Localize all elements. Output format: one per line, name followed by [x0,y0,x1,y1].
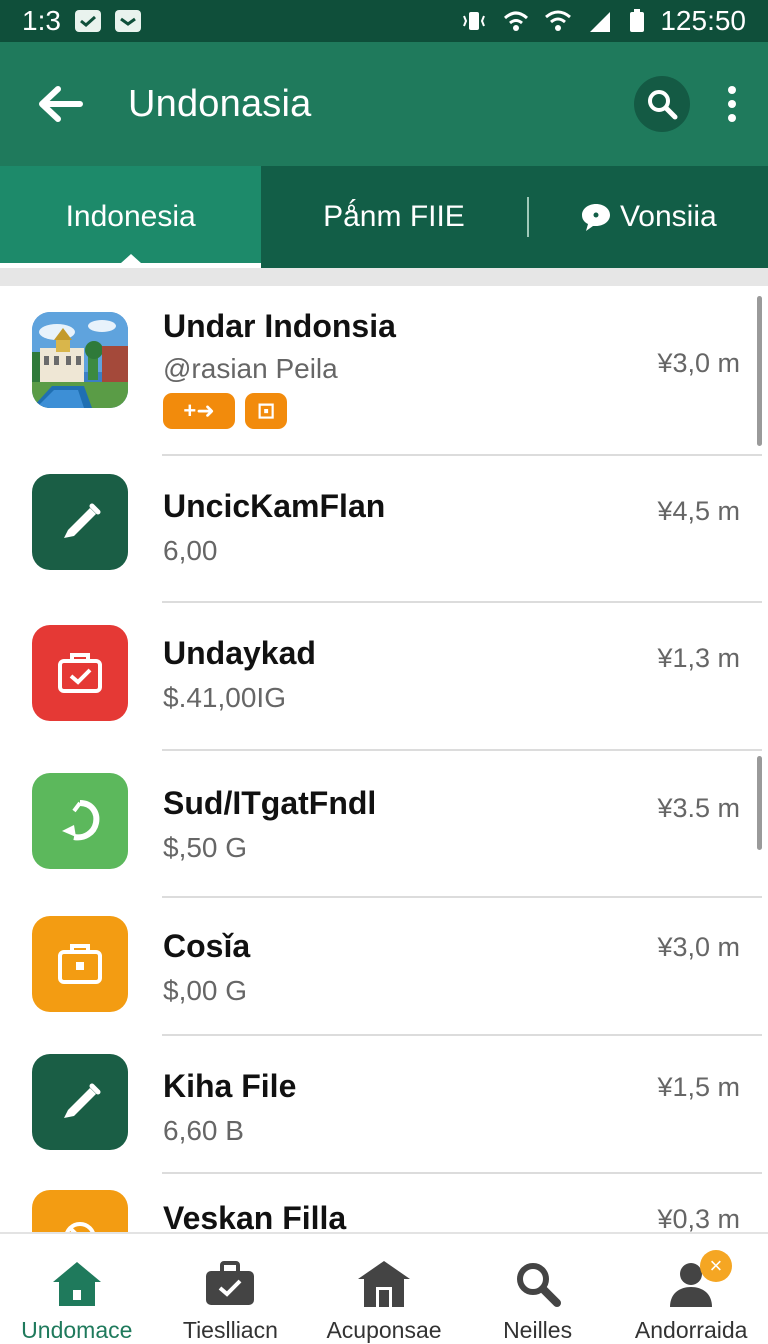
battery-icon [630,9,645,32]
list-item-subtitle: $,00 G [163,975,248,1006]
app-bar: Undonasia [0,42,768,166]
list-item-title: Veskan Filla [163,1200,347,1232]
list-item-size: ¥3,0 m [657,348,740,378]
tab-label: Pǻnm FIIE [323,200,465,233]
list-item[interactable]: Kiha File 6,60 B ¥1,5 m [0,1036,762,1174]
scrollbar-thumb-secondary[interactable] [757,756,762,850]
nav-label: Acuponsae [326,1317,442,1343]
briefcase-check-icon [202,1256,258,1311]
page-title: Undonasia [128,82,312,125]
more-options-button[interactable] [720,76,744,132]
search-icon [510,1256,566,1311]
nav-label: Neilles [503,1317,573,1343]
list-item-size: ¥0,3 m [657,1204,740,1232]
tab-bar: Indonesia Pǻnm FIIE Vonsiia [0,166,768,268]
list-item-subtitle: @rasian Peila [163,353,338,384]
nav-acuponsae[interactable]: Acuponsae [307,1234,461,1344]
list-item[interactable]: UncicKamFlan 6,00 ¥4,5 m [0,456,762,603]
badge-square[interactable]: ⊡ [245,393,287,429]
back-arrow-icon [39,86,83,122]
active-tab-caret [120,254,141,263]
briefcase-check-icon [32,625,128,721]
briefcase-icon [32,916,128,1012]
more-vert-icon [728,86,736,94]
chat-bubble-icon [581,204,610,231]
notification-check-icon-2 [114,10,141,32]
list-item[interactable]: Veskan Filla ¥0,3 m [0,1174,762,1232]
list-item-subtitle: 6,60 B [163,1115,244,1146]
list-item-text: Cosǐa $,00 G [163,928,250,1007]
tab-vonsiia[interactable]: Vonsiia [529,166,768,268]
nav-tieslliacn[interactable]: Tieslliacn [154,1234,308,1344]
building-photo-icon [32,312,128,408]
list-item-subtitle: $,50 G [163,832,248,863]
list-item-text: Veskan Filla [163,1200,346,1232]
tab-label: Vonsiia [619,200,717,233]
back-button[interactable] [32,76,88,132]
nav-label: Undomace [21,1317,133,1343]
refresh-leaf-icon [32,773,128,869]
tab-label: Indonesia [65,200,196,233]
notification-badge: × [699,1250,732,1282]
list-item[interactable]: Sud/ITgatFnd​l $,50 G ¥3.5 m [0,751,762,898]
status-time-right: 125:50 [660,5,746,36]
list-item-size: ¥3.5 m [657,793,740,823]
list-item-title: Cosǐa [163,928,251,964]
list-item-subtitle: 6,00 [163,535,218,566]
list-item-title: Undaуkad [163,635,316,671]
blocked-icon [32,1190,128,1232]
nav-label: Tieslliacn [182,1317,278,1343]
vibrate-icon [463,12,486,30]
nav-home[interactable]: Undomace [0,1234,154,1344]
pen-icon [32,1054,128,1150]
signal-icon [590,12,611,32]
file-list[interactable]: Undar Indonsia @rasian Peila +➜ ⊡ ¥3,0 m… [0,286,762,1232]
pen-icon [32,474,128,570]
list-item-size: ¥3,0 m [657,932,740,962]
nav-neilles[interactable]: Neilles [461,1234,615,1344]
list-item-title: Undar Indonsia [163,308,396,344]
search-icon [648,90,678,120]
list-item-subtitle: $.41,00IG [163,682,286,713]
badge-add-share[interactable]: +➜ [163,393,235,429]
list-item-title: Kiha File [163,1068,297,1104]
list-item-title: UncicKamFlan [163,488,386,524]
list-item-size: ¥1,5 m [657,1072,740,1102]
status-right: 125:50 [460,5,746,37]
list-item[interactable]: Cosǐa $,00 G ¥3,0 m [0,898,762,1036]
bottom-navigation: Undomace Tieslliacn Acuponsae Neilles × … [0,1232,768,1344]
nav-label: Andorraida [634,1317,748,1343]
nav-andorraida[interactable]: × Andorraida [614,1234,768,1344]
store-icon [356,1256,412,1311]
search-button[interactable] [634,76,690,132]
badge-group: +➜ ⊡ [163,393,396,429]
tab-file[interactable]: Pǻnm FIIE [261,166,526,268]
list-item[interactable]: Undar Indonsia @rasian Peila +➜ ⊡ ¥3,0 m [0,286,762,456]
list-item[interactable]: Undaуkad $.41,00IG ¥1,3 m [0,603,762,751]
list-item-text: Undaуkad $.41,00IG [163,635,316,714]
list-item-size: ¥4,5 m [657,496,740,526]
data-saver-icon [504,11,529,31]
scrollbar-thumb[interactable] [757,296,762,446]
wifi-icon [545,10,572,31]
home-icon [49,1256,105,1311]
notification-check-icon [74,10,101,32]
list-item-text: UncicKamFlan 6,00 [163,488,385,567]
tab-indonesia[interactable]: Indonesia [0,166,262,268]
list-item-text: Kiha File 6,60 B [163,1068,296,1147]
content-separator [0,268,768,286]
list-item-text: Undar Indonsia @rasian Peila +➜ ⊡ [163,308,396,429]
list-item-title: Sud/ITgatFnd​l [163,785,377,821]
list-item-text: Sud/ITgatFnd​l $,50 G [163,785,376,864]
status-left: 1:3 [22,5,141,37]
status-time-left: 1:3 [22,5,61,36]
status-bar: 1:3 125:50 [0,0,768,42]
list-item-size: ¥1,3 m [657,643,740,673]
